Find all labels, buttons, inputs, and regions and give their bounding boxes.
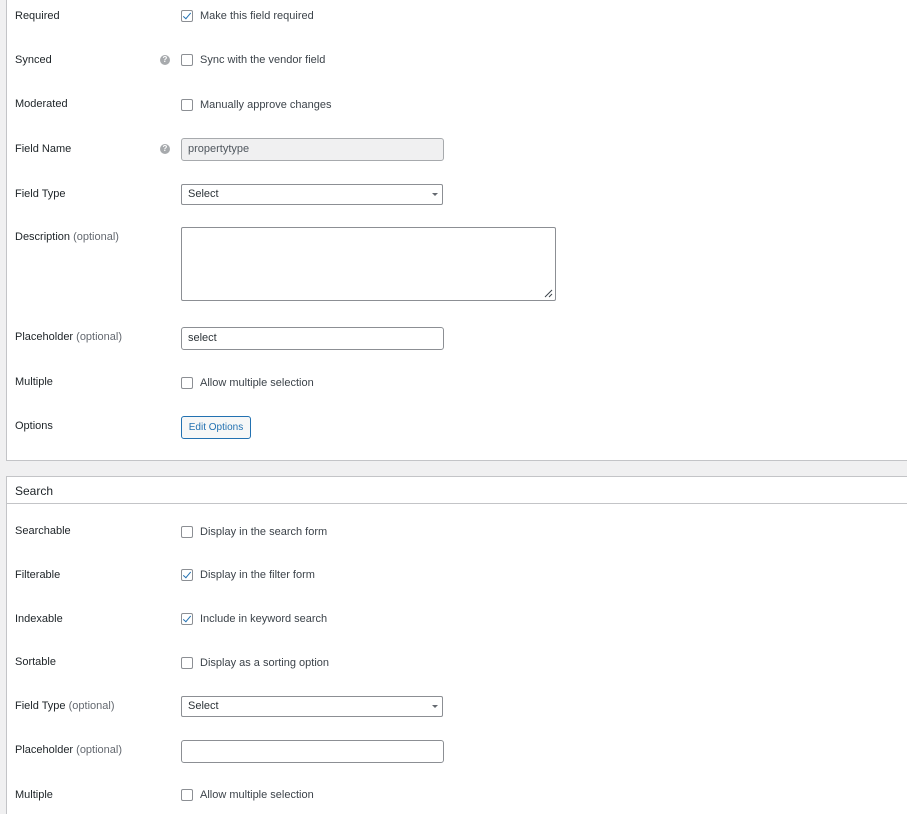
options-label: Options bbox=[15, 420, 53, 432]
field-type-select-value: Select bbox=[188, 188, 219, 200]
synced-row[interactable]: Sync with the vendor field bbox=[181, 53, 325, 67]
synced-checkbox-label[interactable]: Sync with the vendor field bbox=[200, 54, 325, 66]
placeholder-input[interactable]: select bbox=[181, 327, 444, 350]
required-checkbox-label[interactable]: Make this field required bbox=[200, 10, 314, 22]
description-textarea[interactable] bbox=[181, 227, 556, 301]
search-section-title: Search bbox=[15, 484, 54, 498]
search-section-header: Search bbox=[7, 477, 907, 504]
required-checkbox[interactable] bbox=[181, 10, 193, 22]
search-field-type-select-value: Select bbox=[188, 700, 219, 712]
field-type-label: Field Type bbox=[15, 188, 66, 200]
multiple-row[interactable]: Allow multiple selection bbox=[181, 376, 314, 390]
description-label: Description (optional) bbox=[15, 231, 119, 243]
description-label-text: Description bbox=[15, 231, 71, 243]
field-name-input: propertytype bbox=[181, 138, 444, 161]
search-multiple-row[interactable]: Allow multiple selection bbox=[181, 788, 314, 802]
moderated-label: Moderated bbox=[15, 98, 68, 110]
optional-tag: (optional) bbox=[68, 700, 115, 712]
search-multiple-checkbox[interactable] bbox=[181, 789, 193, 801]
moderated-row[interactable]: Manually approve changes bbox=[181, 98, 331, 112]
search-field-type-label: Field Type (optional) bbox=[15, 700, 114, 712]
multiple-checkbox-label[interactable]: Allow multiple selection bbox=[200, 377, 314, 389]
searchable-checkbox[interactable] bbox=[181, 526, 193, 538]
search-placeholder-label-text: Placeholder bbox=[15, 744, 74, 756]
indexable-checkbox[interactable] bbox=[181, 613, 193, 625]
required-row[interactable]: Make this field required bbox=[181, 9, 314, 23]
search-placeholder-input[interactable] bbox=[181, 740, 444, 763]
search-field-type-select[interactable]: Select bbox=[181, 696, 443, 717]
multiple-checkbox[interactable] bbox=[181, 377, 193, 389]
search-multiple-checkbox-label[interactable]: Allow multiple selection bbox=[200, 789, 314, 801]
search-placeholder-label: Placeholder (optional) bbox=[15, 744, 122, 756]
placeholder-label: Placeholder (optional) bbox=[15, 331, 122, 343]
multiple-label: Multiple bbox=[15, 376, 53, 388]
field-settings-panel: Required Make this field required Synced… bbox=[6, 0, 907, 461]
moderated-checkbox-label[interactable]: Manually approve changes bbox=[200, 99, 331, 111]
indexable-checkbox-label[interactable]: Include in keyword search bbox=[200, 613, 327, 625]
filterable-checkbox-label[interactable]: Display in the filter form bbox=[200, 569, 315, 581]
sortable-checkbox-label[interactable]: Display as a sorting option bbox=[200, 657, 329, 669]
chevron-down-icon bbox=[432, 705, 438, 708]
searchable-row[interactable]: Display in the search form bbox=[181, 525, 327, 539]
search-field-type-label-text: Field Type bbox=[15, 700, 66, 712]
filterable-checkbox[interactable] bbox=[181, 569, 193, 581]
searchable-checkbox-label[interactable]: Display in the search form bbox=[200, 526, 327, 538]
optional-tag: (optional) bbox=[76, 744, 123, 756]
synced-checkbox[interactable] bbox=[181, 54, 193, 66]
edit-options-button[interactable]: Edit Options bbox=[181, 416, 251, 439]
chevron-down-icon bbox=[432, 193, 438, 196]
moderated-checkbox[interactable] bbox=[181, 99, 193, 111]
resize-grip-icon[interactable] bbox=[543, 288, 553, 298]
sortable-label: Sortable bbox=[15, 656, 56, 668]
required-label: Required bbox=[15, 10, 60, 22]
field-name-label: Field Name bbox=[15, 143, 72, 155]
synced-label: Synced bbox=[15, 54, 52, 66]
search-multiple-label: Multiple bbox=[15, 789, 53, 801]
search-settings-panel: Search Searchable Display in the search … bbox=[6, 476, 907, 814]
sortable-row[interactable]: Display as a sorting option bbox=[181, 656, 329, 670]
filterable-label: Filterable bbox=[15, 569, 61, 581]
placeholder-label-text: Placeholder bbox=[15, 331, 74, 343]
help-icon[interactable]: ? bbox=[160, 55, 170, 65]
field-type-select[interactable]: Select bbox=[181, 184, 443, 205]
sortable-checkbox[interactable] bbox=[181, 657, 193, 669]
indexable-row[interactable]: Include in keyword search bbox=[181, 612, 327, 626]
filterable-row[interactable]: Display in the filter form bbox=[181, 568, 315, 582]
optional-tag: (optional) bbox=[73, 231, 119, 243]
help-icon[interactable]: ? bbox=[160, 144, 170, 154]
indexable-label: Indexable bbox=[15, 613, 63, 625]
searchable-label: Searchable bbox=[15, 525, 71, 537]
optional-tag: (optional) bbox=[76, 331, 123, 343]
